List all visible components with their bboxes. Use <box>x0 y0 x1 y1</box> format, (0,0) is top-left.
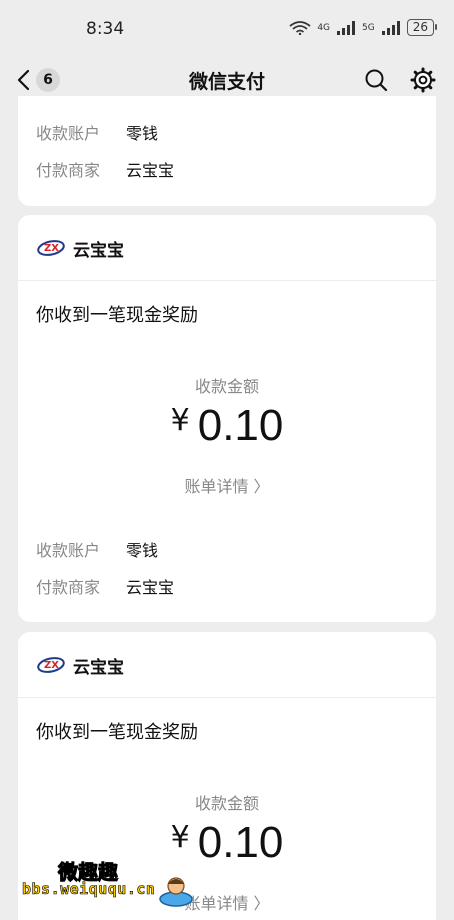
amount-label: 收款金额 <box>194 794 259 813</box>
currency-symbol: ¥ <box>170 820 190 855</box>
card-headline: 你收到一笔现金奖励 <box>36 305 198 326</box>
svg-text:ZX: ZX <box>44 660 59 671</box>
merchant-name: 云宝宝 <box>73 658 124 678</box>
amount-number: 0.10 <box>197 818 284 867</box>
status-time: 8:34 <box>86 19 125 39</box>
payment-card-partial[interactable]: 收款账户 零钱 付款商家 云宝宝 <box>18 96 436 206</box>
info-value: 云宝宝 <box>126 578 175 597</box>
info-row-account: 收款账户 零钱 <box>36 537 158 561</box>
info-row-merchant: 付款商家 云宝宝 <box>36 157 174 181</box>
card-header[interactable]: ZX 云宝宝 <box>18 632 436 698</box>
payment-card[interactable]: ZX 云宝宝 你收到一笔现金奖励 收款金额 ¥0.10 账单详情 〉 收款账户 零… <box>18 215 436 622</box>
signal-4g-icon <box>337 20 356 35</box>
merchant-name: 云宝宝 <box>73 241 124 261</box>
status-icons: 4G 5G 26 <box>289 19 438 36</box>
wifi-icon <box>289 20 311 35</box>
card-header[interactable]: ZX 云宝宝 <box>18 215 436 281</box>
status-bar: 8:34 4G 5G 26 <box>0 0 454 56</box>
watermark: 微趣趣 bbs.weiququ.cn <box>18 854 198 910</box>
signal-5g-icon <box>381 20 400 35</box>
info-value: 零钱 <box>126 541 159 560</box>
battery-icon: 26 <box>406 19 438 36</box>
amount-label: 收款金额 <box>194 377 259 396</box>
amount-value: ¥0.10 <box>18 401 436 451</box>
network-5g-label: 5G <box>362 22 375 33</box>
currency-symbol: ¥ <box>170 403 190 438</box>
info-label: 收款账户 <box>36 541 101 560</box>
info-label: 付款商家 <box>36 578 101 597</box>
info-row-merchant: 付款商家 云宝宝 <box>36 574 174 598</box>
merchant-logo-icon: ZX <box>37 240 65 256</box>
info-label: 收款账户 <box>36 124 101 143</box>
bill-details-link[interactable]: 账单详情 〉 <box>18 473 436 497</box>
card-headline: 你收到一笔现金奖励 <box>36 722 198 743</box>
gear-icon[interactable] <box>410 67 436 93</box>
watermark-url: bbs.weiququ.cn <box>22 880 156 899</box>
info-value: 云宝宝 <box>126 161 175 180</box>
info-label: 付款商家 <box>36 161 101 180</box>
search-icon[interactable] <box>364 68 388 92</box>
amount-number: 0.10 <box>197 401 284 450</box>
info-row-account: 收款账户 零钱 <box>36 120 158 144</box>
merchant-logo-icon: ZX <box>37 657 65 673</box>
network-4g-label: 4G <box>317 22 331 33</box>
mascot-icon <box>159 877 193 907</box>
info-value: 零钱 <box>126 124 159 143</box>
svg-text:ZX: ZX <box>44 243 59 254</box>
